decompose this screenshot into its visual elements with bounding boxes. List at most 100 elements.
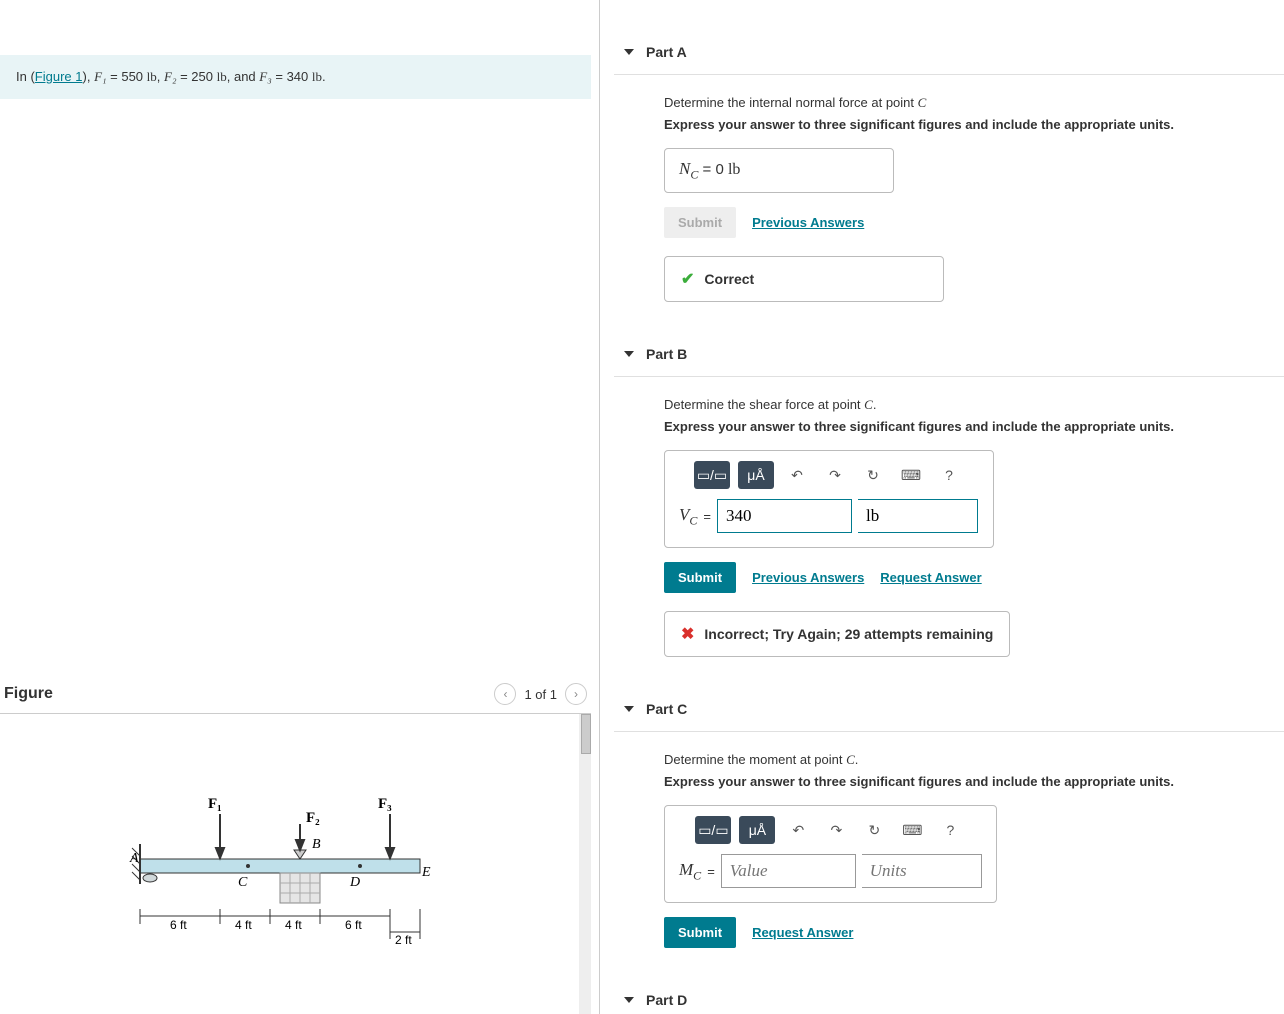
part-a-body: Determine the internal normal force at p… bbox=[614, 75, 1284, 322]
undo-button[interactable]: ↶ bbox=[783, 816, 813, 844]
part-c-var: MC bbox=[679, 860, 701, 883]
reset-button[interactable]: ↻ bbox=[858, 461, 888, 489]
label-b: B bbox=[312, 837, 321, 852]
label-a: A bbox=[129, 851, 139, 866]
figure-scrollbar[interactable] bbox=[581, 714, 591, 754]
part-b-title: Part B bbox=[646, 346, 687, 362]
check-icon: ✔ bbox=[681, 269, 694, 289]
part-b-input-box: ▭/▭ μÅ ↶ ↷ ↻ ⌨ ? VC = bbox=[664, 450, 994, 548]
part-a-var: NC bbox=[679, 159, 698, 178]
figure-header: Figure ‹ 1 of 1 › bbox=[0, 675, 591, 714]
var-f2: F₂ bbox=[164, 69, 176, 84]
figure-nav: ‹ 1 of 1 › bbox=[494, 683, 587, 705]
label-f3: F₃ bbox=[378, 796, 392, 812]
part-b-value-input[interactable] bbox=[717, 499, 852, 533]
part-a-header[interactable]: Part A bbox=[614, 30, 1284, 75]
part-a-value: 0 bbox=[715, 161, 723, 178]
unit-f2: lb bbox=[217, 69, 227, 84]
part-b-precision: Express your answer to three significant… bbox=[664, 419, 1274, 434]
val-f2: = 250 bbox=[176, 69, 216, 84]
problem-statement: In (Figure 1), F₁ = 550 lb, F₂ = 250 lb,… bbox=[0, 55, 591, 99]
part-a-submit-button: Submit bbox=[664, 207, 736, 238]
help-button[interactable]: ? bbox=[934, 461, 964, 489]
part-b-feedback-incorrect: ✖ Incorrect; Try Again; 29 attempts rema… bbox=[664, 611, 1010, 657]
label-e: E bbox=[421, 865, 431, 880]
undo-button[interactable]: ↶ bbox=[782, 461, 812, 489]
part-b-body: Determine the shear force at point C. Ex… bbox=[614, 377, 1284, 677]
val-f3: = 340 bbox=[272, 69, 312, 84]
label-c: C bbox=[238, 875, 248, 890]
label-d: D bbox=[349, 875, 360, 890]
caret-down-icon bbox=[624, 351, 634, 357]
figure-canvas: F₁ F₂ F₃ A B C D E bbox=[0, 714, 591, 1014]
part-b-header[interactable]: Part B bbox=[614, 332, 1284, 377]
figure-section: Figure ‹ 1 of 1 › bbox=[0, 675, 591, 1014]
right-pane: Part A Determine the internal normal for… bbox=[600, 0, 1284, 1014]
part-c-request-answer-link[interactable]: Request Answer bbox=[752, 925, 853, 940]
part-c-body: Determine the moment at point C. Express… bbox=[614, 732, 1284, 968]
part-b-submit-button[interactable]: Submit bbox=[664, 562, 736, 593]
label-f1: F₁ bbox=[208, 796, 222, 812]
keyboard-button[interactable]: ⌨ bbox=[896, 461, 926, 489]
x-icon: ✖ bbox=[681, 624, 694, 644]
part-a-answer-box: NC = 0 lb bbox=[664, 148, 894, 193]
part-c-instruction: Determine the moment at point C. bbox=[664, 752, 1274, 768]
part-c-value-input[interactable] bbox=[721, 854, 856, 888]
redo-button[interactable]: ↷ bbox=[820, 461, 850, 489]
dim-5: 2 ft bbox=[395, 933, 412, 947]
part-d-title: Part D bbox=[646, 992, 687, 1008]
caret-down-icon bbox=[624, 706, 634, 712]
part-b-feedback-text: Incorrect; Try Again; 29 attempts remain… bbox=[704, 626, 993, 642]
part-b-instruction: Determine the shear force at point C. bbox=[664, 397, 1274, 413]
label-f2: F₂ bbox=[306, 810, 320, 826]
reset-button[interactable]: ↻ bbox=[859, 816, 889, 844]
caret-down-icon bbox=[624, 49, 634, 55]
figure-title: Figure bbox=[4, 685, 53, 703]
part-b-var: VC bbox=[679, 505, 697, 528]
var-f3: F₃ bbox=[259, 69, 271, 84]
part-a-unit: lb bbox=[728, 161, 740, 178]
dim-4: 6 ft bbox=[345, 918, 362, 932]
part-a-feedback-correct: ✔ Correct bbox=[664, 256, 944, 302]
dim-1: 6 ft bbox=[170, 918, 187, 932]
val-f1: = 550 bbox=[107, 69, 147, 84]
figure-next-button[interactable]: › bbox=[565, 683, 587, 705]
part-c-toolbar: ▭/▭ μÅ ↶ ↷ ↻ ⌨ ? bbox=[665, 806, 996, 854]
caret-down-icon bbox=[624, 997, 634, 1003]
part-c-header[interactable]: Part C bbox=[614, 687, 1284, 732]
dim-3: 4 ft bbox=[285, 918, 302, 932]
part-c-submit-button[interactable]: Submit bbox=[664, 917, 736, 948]
special-chars-button[interactable]: μÅ bbox=[738, 461, 774, 489]
unit-f1: lb bbox=[147, 69, 157, 84]
part-c-title: Part C bbox=[646, 701, 687, 717]
beam-diagram: F₁ F₂ F₃ A B C D E bbox=[120, 784, 450, 964]
left-pane: In (Figure 1), F₁ = 550 lb, F₂ = 250 lb,… bbox=[0, 0, 600, 1014]
figure-prev-button[interactable]: ‹ bbox=[494, 683, 516, 705]
part-c-input-box: ▭/▭ μÅ ↶ ↷ ↻ ⌨ ? MC = bbox=[664, 805, 997, 903]
part-b-previous-answers-link[interactable]: Previous Answers bbox=[752, 570, 864, 585]
unit-f3: lb bbox=[312, 69, 322, 84]
part-a-instruction: Determine the internal normal force at p… bbox=[664, 95, 1274, 111]
keyboard-button[interactable]: ⌨ bbox=[897, 816, 927, 844]
figure-page-indicator: 1 of 1 bbox=[524, 687, 557, 702]
part-a-previous-answers-link[interactable]: Previous Answers bbox=[752, 215, 864, 230]
part-a-feedback-text: Correct bbox=[704, 271, 754, 287]
figure-link[interactable]: Figure 1 bbox=[35, 69, 83, 84]
part-a-precision: Express your answer to three significant… bbox=[664, 117, 1274, 132]
part-d-header[interactable]: Part D bbox=[614, 978, 1284, 1014]
part-a-title: Part A bbox=[646, 44, 687, 60]
templates-button[interactable]: ▭/▭ bbox=[695, 816, 731, 844]
redo-button[interactable]: ↷ bbox=[821, 816, 851, 844]
templates-button[interactable]: ▭/▭ bbox=[694, 461, 730, 489]
problem-text-middle: ), bbox=[83, 69, 95, 84]
problem-text-prefix: In ( bbox=[16, 69, 35, 84]
dim-2: 4 ft bbox=[235, 918, 252, 932]
part-c-precision: Express your answer to three significant… bbox=[664, 774, 1274, 789]
part-b-toolbar: ▭/▭ μÅ ↶ ↷ ↻ ⌨ ? bbox=[665, 451, 993, 499]
help-button[interactable]: ? bbox=[935, 816, 965, 844]
part-c-unit-input[interactable] bbox=[862, 854, 982, 888]
special-chars-button[interactable]: μÅ bbox=[739, 816, 775, 844]
part-b-request-answer-link[interactable]: Request Answer bbox=[880, 570, 981, 585]
var-f1: F₁ bbox=[94, 69, 106, 84]
part-b-unit-input[interactable] bbox=[858, 499, 978, 533]
